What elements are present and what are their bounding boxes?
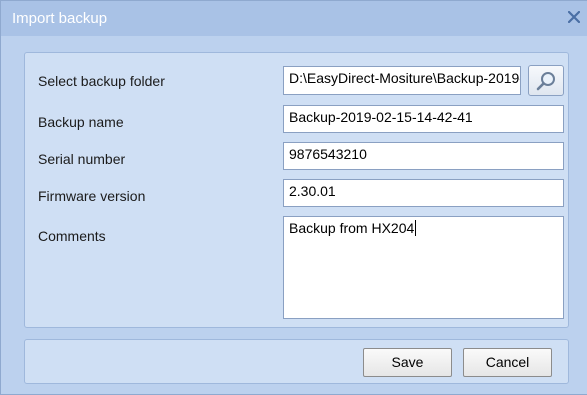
comments-label: Comments [38, 228, 106, 244]
close-icon [568, 11, 580, 23]
text-caret [415, 220, 417, 236]
import-backup-dialog: Import backup Select backup folder D:\Ea… [0, 0, 587, 395]
browse-folder-button[interactable] [528, 65, 564, 96]
backup-name-label: Backup name [38, 114, 124, 130]
save-button[interactable]: Save [363, 348, 452, 377]
firmware-version-field[interactable]: 2.30.01 [283, 179, 564, 207]
close-button[interactable] [564, 7, 584, 27]
backup-name-field[interactable]: Backup-2019-02-15-14-42-41 [283, 105, 564, 133]
comments-textarea[interactable]: Backup from HX204 [283, 216, 564, 319]
backup-folder-field[interactable]: D:\EasyDirect-Mositure\Backup-2019-02-15… [283, 66, 521, 95]
serial-number-field[interactable]: 9876543210 [283, 142, 564, 170]
dialog-title: Import backup [12, 10, 108, 27]
select-folder-label: Select backup folder [38, 73, 165, 89]
magnifier-icon [536, 71, 555, 90]
comments-text: Backup from HX204 [289, 220, 415, 236]
cancel-button[interactable]: Cancel [463, 348, 552, 377]
title-bar: Import backup [1, 1, 587, 36]
serial-number-label: Serial number [38, 151, 126, 167]
firmware-version-label: Firmware version [38, 188, 146, 204]
